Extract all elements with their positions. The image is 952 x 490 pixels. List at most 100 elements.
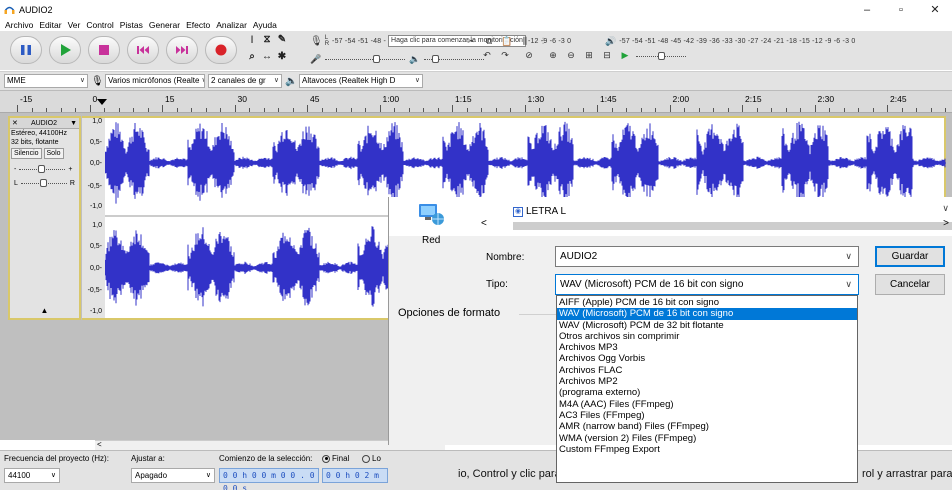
menu-generar[interactable]: Generar (146, 19, 183, 31)
menu-editar[interactable]: Editar (36, 19, 64, 31)
file-type-option[interactable]: Custom FFmpeg Export (557, 444, 857, 455)
play-speed-slider[interactable] (636, 51, 686, 61)
skip-end-button[interactable] (166, 36, 198, 64)
paste-icon[interactable]: 📋 (500, 35, 514, 48)
menu-control[interactable]: Control (83, 19, 116, 31)
output-device-select[interactable]: Altavoces (Realtek High D ∨ (299, 74, 423, 88)
ruler-label: 1:15 (455, 94, 472, 104)
zoom-tool-icon[interactable]: ⌕ (245, 50, 259, 64)
file-name-input[interactable]: AUDIO2 ∨ (555, 246, 859, 267)
channels-select[interactable]: 2 canales de gr ∨ (208, 74, 282, 88)
project-rate-select[interactable]: 44100 ∨ (4, 468, 60, 483)
multi-tool-icon[interactable]: ✱ (275, 50, 289, 64)
track-name[interactable]: AUDIO2 (31, 120, 57, 127)
stop-button[interactable] (88, 36, 120, 64)
copy-icon[interactable]: ⧉ (482, 35, 496, 48)
cancel-button[interactable]: Cancelar (875, 274, 945, 295)
host-select[interactable]: MME ∨ (4, 74, 88, 88)
play-button[interactable] (49, 36, 81, 64)
file-type-option[interactable]: Archivos MP3 (557, 342, 857, 353)
folder-item[interactable]: ◉ LETRA L (513, 206, 566, 217)
menu-efecto[interactable]: Efecto (183, 19, 213, 31)
input-device-select[interactable]: Varios micrófonos (Realte∨ (105, 74, 205, 88)
undo-icon[interactable]: ↶ (480, 49, 494, 62)
network-icon[interactable] (416, 200, 446, 228)
folder-label: LETRA L (526, 206, 567, 217)
file-type-option[interactable]: AC3 Files (FFmpeg) (557, 410, 857, 421)
silence-icon[interactable]: ⫶ (536, 35, 550, 48)
play-volume-slider[interactable] (424, 54, 485, 64)
redo-icon[interactable]: ↷ (498, 49, 512, 62)
dialog-hscroll[interactable]: < > (481, 218, 952, 230)
save-button[interactable]: Guardar (875, 246, 945, 267)
track-menu-icon[interactable]: ▼ (70, 120, 77, 127)
record-volume-slider[interactable] (325, 54, 406, 64)
file-type-option[interactable]: Archivos MP2 (557, 376, 857, 387)
play-meter[interactable]: 🔊 -57 -54 -51 -48 -45 -42 -39 -36 -33 -3… (605, 33, 855, 49)
file-type-option[interactable]: WMA (version 2) Files (FFmpeg) (557, 433, 857, 444)
sync-lock-icon[interactable]: ⊘ (522, 49, 536, 62)
file-type-select[interactable]: WAV (Microsoft) PCM de 16 bit con signo … (555, 274, 859, 295)
collapse-track-icon[interactable]: ▲ (10, 306, 79, 315)
pan-slider[interactable] (20, 178, 67, 188)
menu-pistas[interactable]: Pistas (117, 19, 146, 31)
scroll-left-icon[interactable]: < (97, 440, 102, 449)
selection-start-time[interactable]: 0 0 h 0 0 m 0 0 . 0 0 0 s (219, 468, 319, 490)
ruler-tick (713, 108, 714, 112)
record-button[interactable] (205, 36, 237, 64)
track-header[interactable]: ✕ AUDIO2 ▼ (10, 118, 79, 129)
file-type-option[interactable]: (programa externo) (557, 387, 857, 398)
file-type-option[interactable]: Otros archivos sin comprimir (557, 331, 857, 342)
network-label[interactable]: Red (422, 235, 440, 246)
timeline-ruler[interactable]: -15 0 15 30 45 1:00 1:15 1:30 1:45 2:00 2:15 2:30 2:… (0, 90, 952, 113)
ruler-tick (394, 108, 395, 112)
selection-tool-icon[interactable]: I (245, 33, 259, 47)
zoom-out-icon[interactable]: ⊖ (564, 49, 578, 62)
radio-final[interactable]: Final (322, 454, 349, 463)
close-track-icon[interactable]: ✕ (12, 119, 18, 127)
cut-icon[interactable]: ✂ (464, 35, 478, 48)
file-type-option[interactable]: M4A (AAC) Files (FFmpeg) (557, 399, 857, 410)
snap-select[interactable]: Apagado ∨ (131, 468, 215, 483)
timeshift-tool-icon[interactable]: ↔ (260, 50, 274, 64)
fit-project-icon[interactable]: ⊟ (600, 49, 614, 62)
solo-button[interactable]: Solo (43, 148, 64, 159)
zoom-in-icon[interactable]: ⊕ (546, 49, 560, 62)
dialog-location-pane: ◉ LETRA L < > ∨ (389, 197, 952, 236)
ruler-tick (640, 108, 642, 112)
menu-ver[interactable]: Ver (65, 19, 84, 31)
draw-tool-icon[interactable]: ✎ (275, 33, 289, 47)
gain-slider[interactable] (19, 164, 66, 174)
close-button[interactable]: ✕ (918, 0, 952, 19)
file-type-option[interactable]: Archivos FLAC (557, 365, 857, 376)
ruler-tick (205, 108, 207, 112)
scroll-right-icon[interactable]: > (943, 218, 949, 229)
track-info: Estéreo, 44100Hz 32 bits, flotante (10, 129, 79, 147)
maximize-button[interactable]: ▫ (884, 0, 918, 19)
selection-end-time[interactable]: 0 0 h 0 2 m 5 (322, 468, 388, 483)
file-type-option[interactable]: WAV (Microsoft) PCM de 16 bit con signo (557, 308, 857, 320)
fit-selection-icon[interactable]: ⊞ (582, 49, 596, 62)
menu-archivo[interactable]: Archivo (2, 19, 36, 31)
skip-start-button[interactable] (127, 36, 159, 64)
envelope-tool-icon[interactable]: ⧖ (260, 33, 274, 47)
menu-ayuda[interactable]: Ayuda (250, 19, 280, 31)
mute-button[interactable]: Silencio (11, 148, 42, 159)
menu-analizar[interactable]: Analizar (213, 19, 250, 31)
trim-icon[interactable]: ⫼ (518, 35, 532, 48)
pause-button[interactable] (10, 36, 42, 64)
ruler-label: 45 (310, 94, 320, 104)
scroll-left-icon[interactable]: < (481, 218, 487, 229)
ruler-tick (278, 108, 279, 112)
file-type-value: WAV (Microsoft) PCM de 16 bit con signo (560, 279, 744, 290)
file-type-option[interactable]: AMR (narrow band) Files (FFmpeg) (557, 421, 857, 432)
minimize-button[interactable]: – (850, 0, 884, 19)
ruler-tick (524, 105, 526, 112)
radio-length[interactable]: Lo (362, 454, 381, 463)
file-type-option[interactable]: AIFF (Apple) PCM de 16 bit con signo (557, 297, 857, 308)
chevron-down-icon[interactable]: ∨ (942, 203, 949, 214)
play-at-speed-icon[interactable]: ▶ (618, 49, 632, 62)
ruler-tick (350, 108, 352, 112)
file-type-option[interactable]: WAV (Microsoft) PCM de 32 bit flotante (557, 320, 857, 331)
file-type-option[interactable]: Archivos Ogg Vorbis (557, 353, 857, 364)
